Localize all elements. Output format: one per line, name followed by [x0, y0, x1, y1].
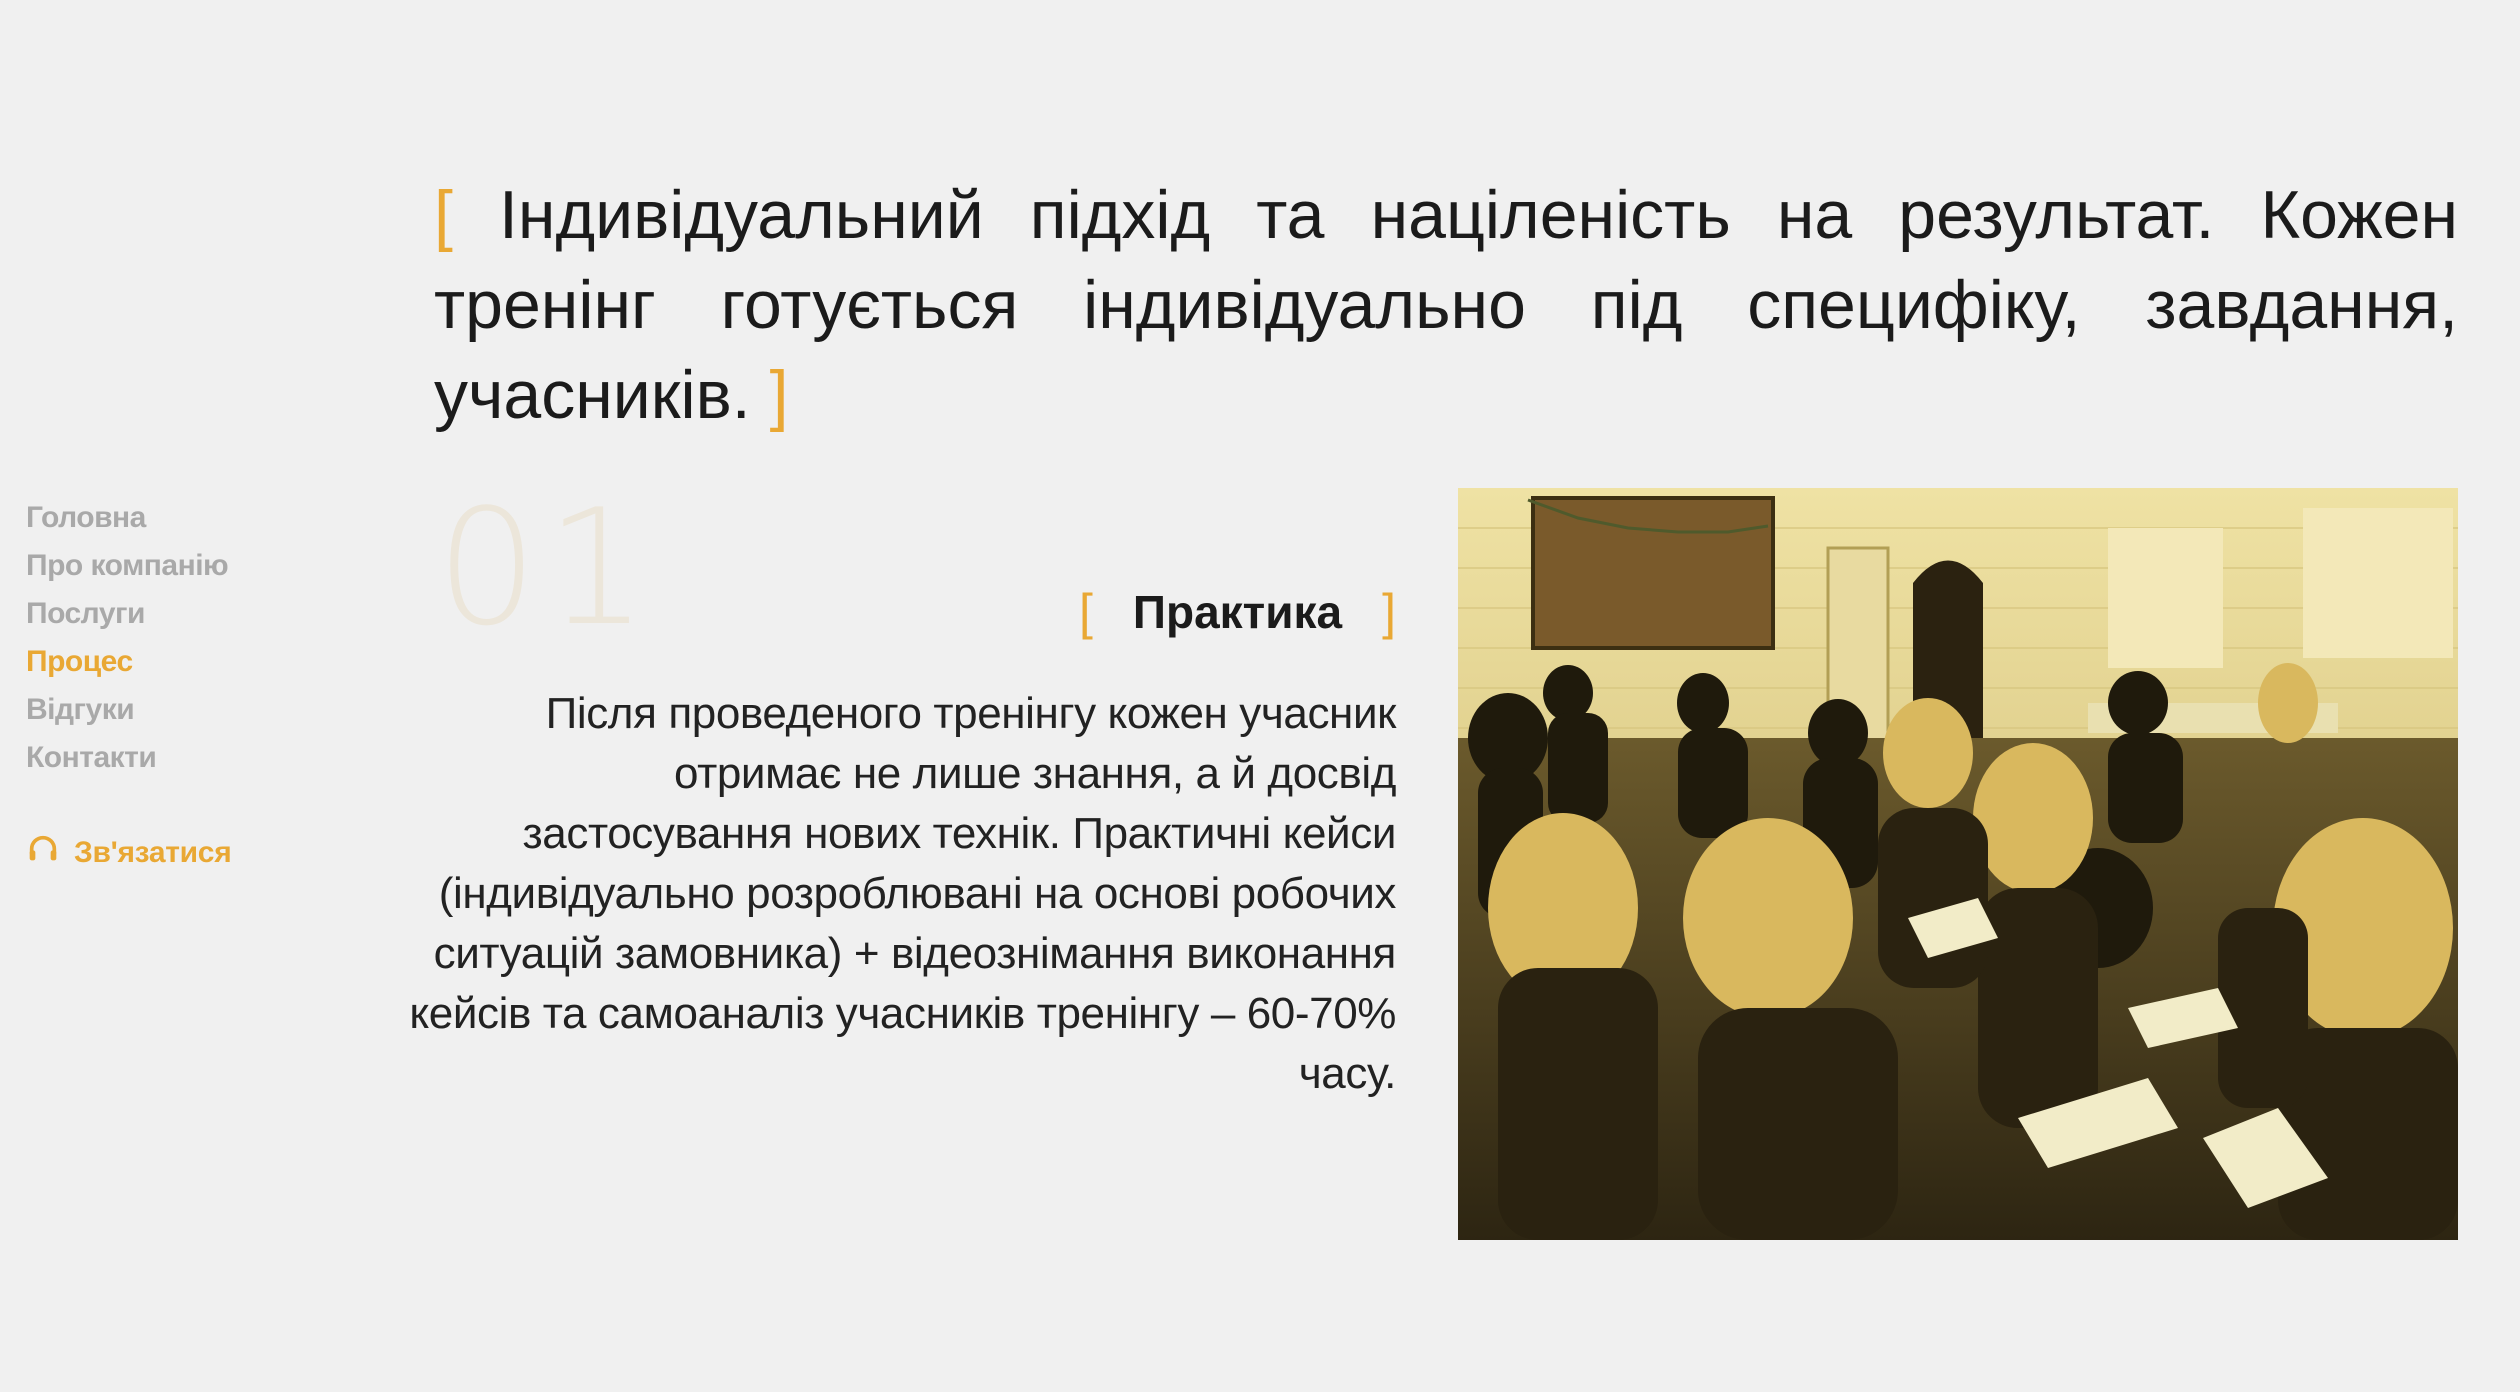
step-number: 01	[436, 474, 656, 661]
nav-item-process[interactable]: Процес	[26, 638, 228, 686]
headline-text: Індивідуальний підхід та націленість на …	[434, 177, 2458, 433]
nav-item-about[interactable]: Про компанію	[26, 542, 229, 590]
headset-icon	[26, 832, 60, 874]
training-photo-illustration	[1458, 488, 2458, 1240]
nav-item-services[interactable]: Послуги	[26, 590, 228, 638]
nav-item-reviews[interactable]: Відгуки	[26, 686, 228, 734]
step-description: Після проведеного тренінгу кожен учасник…	[409, 689, 1396, 1098]
headline-open-bracket: [	[434, 177, 453, 253]
headline-close-bracket: ]	[769, 357, 789, 433]
nav-item-home[interactable]: Головна	[26, 494, 228, 542]
step-title-open-bracket: [	[1079, 584, 1093, 640]
nav-item-contacts[interactable]: Контакти	[26, 734, 228, 782]
process-page: Головна Про компанію Послуги Процес Відг…	[0, 0, 2520, 1392]
step-title: [ Практика ]	[1079, 583, 1396, 641]
side-navigation: Головна Про компанію Послуги Процес Відг…	[26, 494, 229, 782]
step-title-close-bracket: ]	[1382, 584, 1396, 640]
step-title-text: Практика	[1132, 586, 1343, 638]
training-photo	[1458, 488, 2458, 1240]
contact-label: Зв'язатися	[74, 836, 232, 869]
page-headline: [ Індивідуальний підхід та націленість н…	[434, 170, 2458, 440]
contact-button[interactable]: Зв'язатися	[26, 832, 232, 874]
